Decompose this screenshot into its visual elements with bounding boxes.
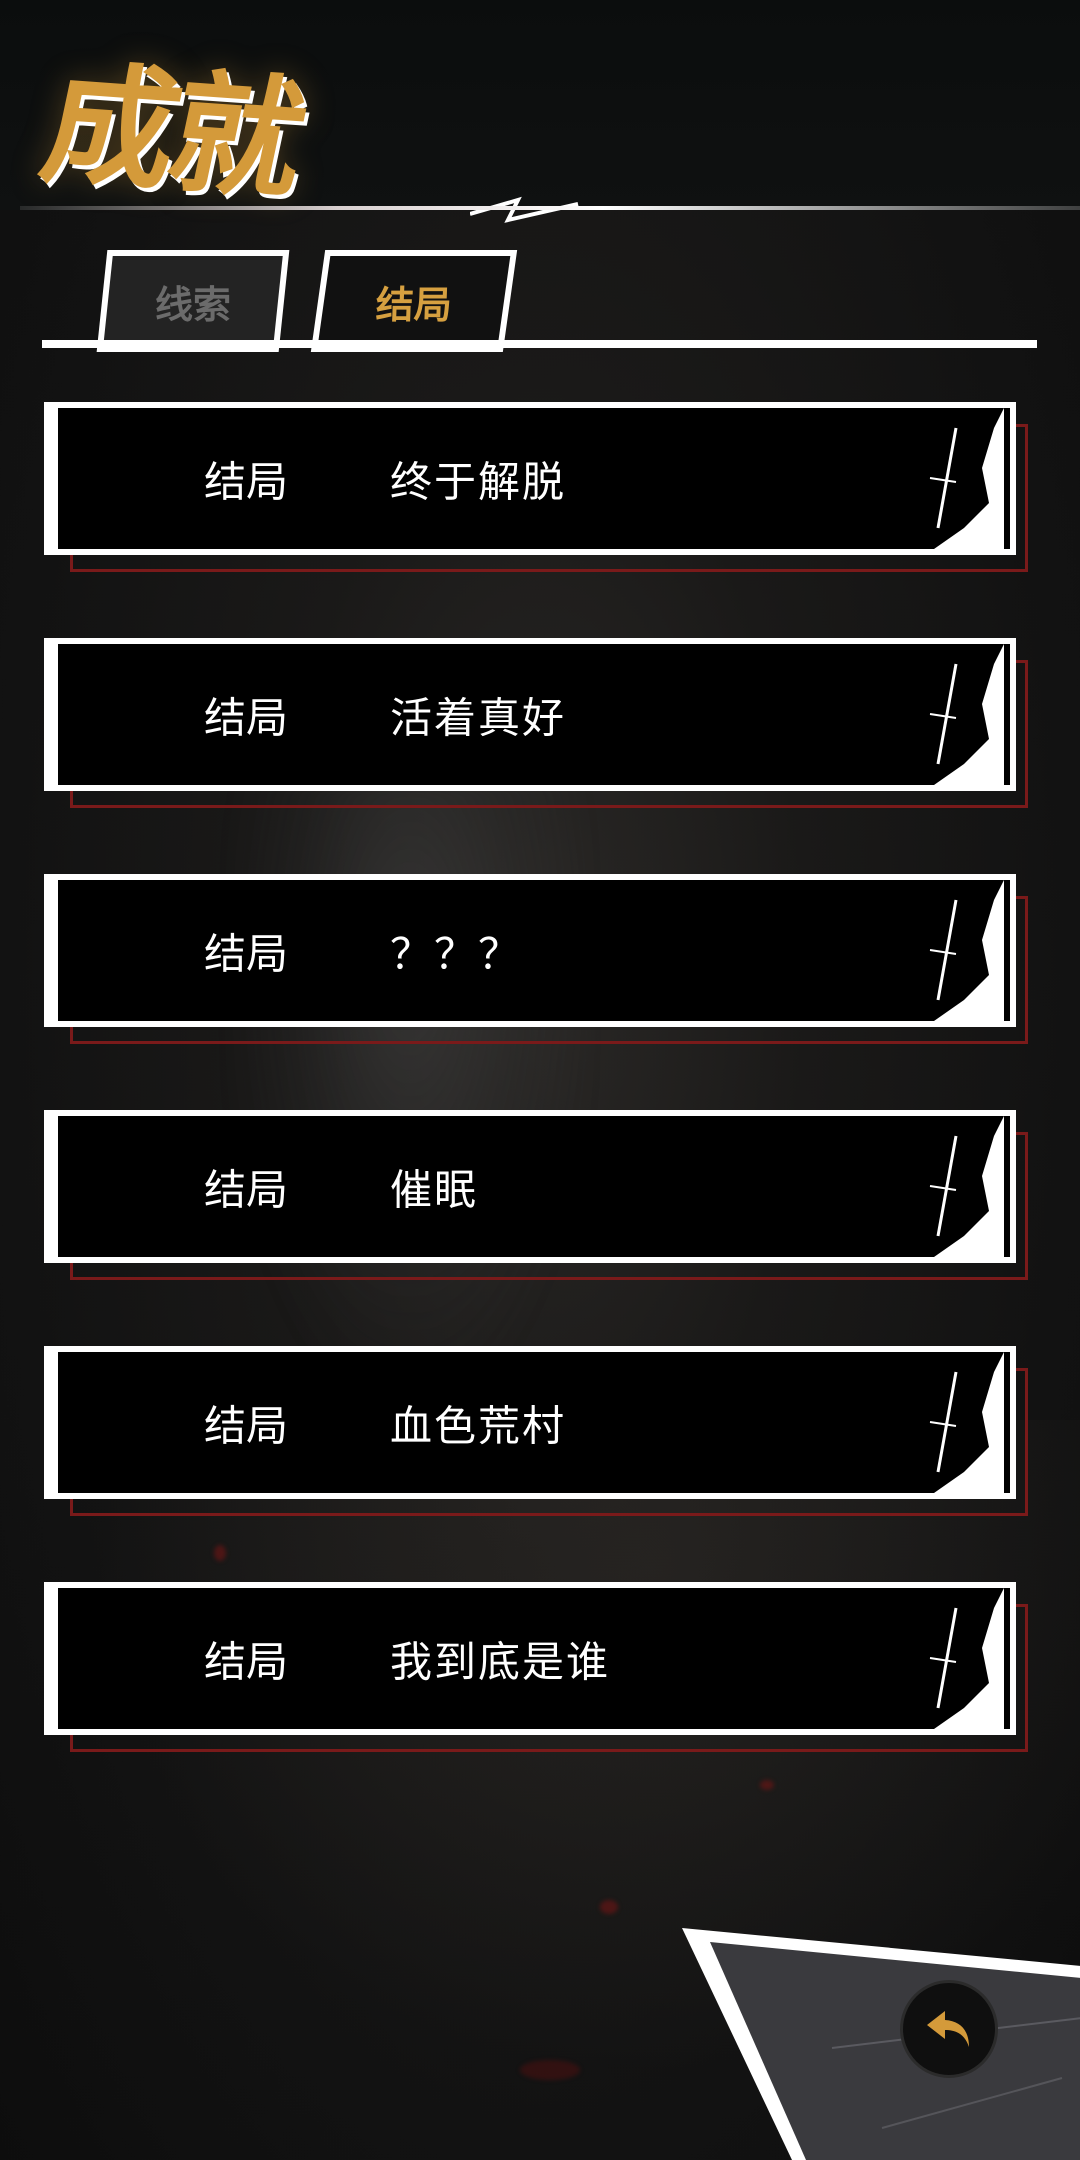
ending-item[interactable]: 结局 终于解脱 <box>44 402 1034 577</box>
ending-item[interactable]: 结局 血色荒村 <box>44 1346 1034 1521</box>
grunge-decoration-icon <box>929 1588 1004 1729</box>
grunge-decoration-icon <box>929 880 1004 1021</box>
back-button-panel <box>682 1928 1080 2160</box>
ending-card: 结局 ？？？ <box>44 874 1016 1027</box>
ending-card: 结局 血色荒村 <box>44 1346 1016 1499</box>
ending-label: 结局 <box>204 1637 289 1686</box>
grunge-decoration-icon <box>929 644 1004 785</box>
ending-label: 结局 <box>204 693 289 742</box>
ending-card: 结局 终于解脱 <box>44 402 1016 555</box>
ending-card: 结局 催眠 <box>44 1110 1016 1263</box>
tab-endings-label: 结局 <box>375 282 453 327</box>
ending-name: 催眠 <box>390 1165 479 1214</box>
grunge-decoration-icon <box>929 1352 1004 1493</box>
ending-label: 结局 <box>204 1401 289 1450</box>
blood-splatter <box>214 1545 226 1561</box>
grunge-decoration-icon <box>929 1116 1004 1257</box>
tab-endings[interactable]: 结局 <box>310 250 518 352</box>
ending-item[interactable]: 结局 ？？？ <box>44 874 1034 1049</box>
ending-name: 终于解脱 <box>390 457 567 506</box>
tab-baseline <box>42 340 1037 348</box>
blood-splatter <box>760 1780 774 1790</box>
ending-item[interactable]: 结局 我到底是谁 <box>44 1582 1034 1757</box>
ending-name: 活着真好 <box>390 693 567 742</box>
grunge-decoration-icon <box>929 408 1004 549</box>
ending-name: 血色荒村 <box>390 1401 567 1450</box>
tab-clues[interactable]: 线索 <box>96 250 290 352</box>
tab-clues-label: 线索 <box>154 282 231 327</box>
ending-label: 结局 <box>204 929 289 978</box>
ending-label: 结局 <box>204 457 289 506</box>
background-figure <box>230 780 590 1400</box>
header-divider <box>20 206 1080 210</box>
ending-name: 我到底是谁 <box>390 1637 611 1686</box>
ending-name: ？？？ <box>390 929 523 978</box>
page-title: 成就 <box>29 48 314 218</box>
ending-item[interactable]: 结局 催眠 <box>44 1110 1034 1285</box>
ending-card: 结局 我到底是谁 <box>44 1582 1016 1735</box>
back-arrow-icon <box>927 2011 969 2047</box>
ending-card: 结局 活着真好 <box>44 638 1016 791</box>
back-button[interactable] <box>900 1980 998 2078</box>
blood-splatter <box>520 2060 580 2080</box>
ending-label: 结局 <box>204 1165 289 1214</box>
ending-item[interactable]: 结局 活着真好 <box>44 638 1034 813</box>
blood-splatter <box>600 1900 618 1914</box>
